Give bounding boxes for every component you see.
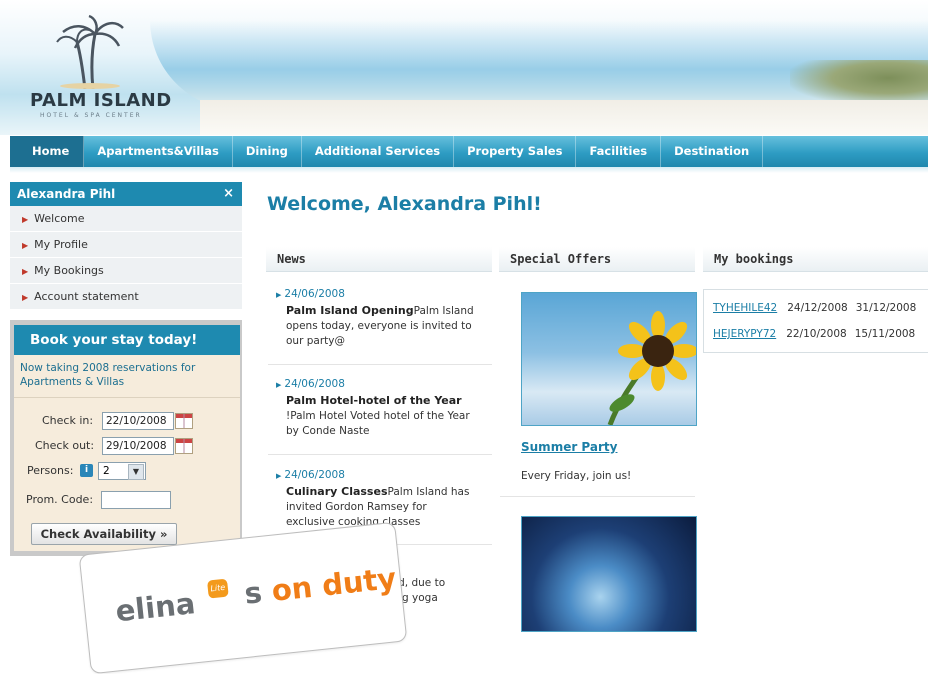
user-menu-my-profile[interactable]: ▶ My Profile [10,232,242,258]
nav-home[interactable]: Home [10,136,85,167]
booking-to-date: 15/11/2008 [854,328,916,340]
persons-select[interactable]: 2 ▼ [98,462,146,480]
news-item: ▶ 24/06/2008 Palm Island OpeningPalm Isla… [276,287,476,349]
booking-from-date: 24/12/2008 [787,302,848,314]
user-name: Alexandra Pihl [17,187,116,201]
user-menu-welcome[interactable]: ▶ Welcome [10,206,242,232]
user-menu-label: My Bookings [34,264,104,277]
close-icon[interactable]: × [223,182,234,206]
main-nav: Home Apartments&Villas Dining Additional… [10,136,928,167]
special-offers-heading: Special Offers [499,247,695,272]
nav-destination[interactable]: Destination [661,136,764,167]
news-title: Palm Island Opening [286,304,414,317]
arrow-right-icon: ▶ [276,291,282,299]
persons-label: Persons: [27,464,74,477]
nav-property-sales[interactable]: Property Sales [454,136,577,167]
news-date-text: 24/06/2008 [284,288,345,300]
persons-value: 2 [103,465,110,477]
sunflower-icon [607,311,696,425]
chevron-down-icon[interactable]: ▼ [128,464,144,480]
news-body: Palm Island OpeningPalm Island opens tod… [276,303,476,349]
booking-code-link[interactable]: TYHEHILE42 [713,302,777,314]
arrow-right-icon: ▶ [276,381,282,389]
news-body: Palm Hotel-hotel of the Year !Palm Hotel … [276,393,476,439]
news-title: Culinary Classes [286,485,388,498]
sticker-lite-badge: Lite [206,578,229,599]
sticker-s: s [242,575,264,611]
user-menu-account-statement[interactable]: ▶ Account statement [10,284,242,310]
divider [268,364,492,365]
nav-dining[interactable]: Dining [233,136,302,167]
booking-from-date: 22/10/2008 [786,328,847,340]
checkout-label: Check out: [35,439,95,452]
my-bookings-heading: My bookings [703,247,928,272]
brand-subtitle: HOTEL & SPA CENTER [40,112,142,119]
booking-code-link[interactable]: HEJERYPY72 [713,328,776,340]
arrow-right-icon: ▶ [276,472,282,480]
user-menu-my-bookings[interactable]: ▶ My Bookings [10,258,242,284]
table-row: TYHEHILE42 24/12/2008 31/12/2008 [706,297,928,319]
arrow-right-icon: ▶ [22,267,29,276]
news-item: ▶ 24/06/2008 Culinary ClassesPalm Island … [276,468,476,530]
booking-to-date: 31/12/2008 [855,302,917,314]
user-menu-label: Welcome [34,212,85,225]
moon-offer-image[interactable] [521,516,697,632]
booking-widget-title: Book your stay today! [14,325,240,355]
info-icon[interactable]: i [80,464,93,477]
sticker-elina-text: elina [113,586,197,629]
offer-description: Every Friday, join us! [521,470,632,482]
news-item: ▶ 24/06/2008 Palm Hotel-hotel of the Year… [276,377,476,439]
news-date[interactable]: ▶ 24/06/2008 [276,468,476,484]
island-image [790,60,928,105]
divider [268,454,492,455]
booking-widget-body: Book your stay today! Now taking 2008 re… [14,325,240,551]
promo-code-input[interactable] [101,491,171,509]
checkout-input[interactable]: 29/10/2008 [102,437,174,455]
arrow-right-icon: ▶ [22,215,29,224]
nav-facilities[interactable]: Facilities [576,136,662,167]
news-text: !Palm Hotel Voted hotel of the Year by C… [286,410,470,437]
user-menu-label: Account statement [34,290,139,303]
news-date[interactable]: ▶ 24/06/2008 [276,287,476,303]
arrow-right-icon: ▶ [22,241,29,250]
calendar-icon[interactable] [175,438,193,454]
beach-image [200,100,928,135]
news-date-text: 24/06/2008 [284,378,345,390]
news-date-text: 24/06/2008 [284,469,345,481]
page-title: Welcome, Alexandra Pihl! [267,193,542,215]
news-date[interactable]: ▶ 24/06/2008 [276,377,476,393]
offer-link-summer-party[interactable]: Summer Party [521,440,617,454]
divider [500,496,695,497]
user-menu-label: My Profile [34,238,88,251]
promo-code-label: Prom. Code: [26,493,94,506]
sticker-on-duty-text: s on duty [243,561,398,611]
calendar-icon[interactable] [175,413,193,429]
news-title: Palm Hotel-hotel of the Year [286,394,462,407]
sticker-on-duty: on duty [270,560,398,608]
nav-apartments-villas[interactable]: Apartments&Villas [84,136,233,167]
table-row: HEJERYPY72 22/10/2008 15/11/2008 [706,323,928,345]
news-heading: News [266,247,492,272]
booking-widget-description: Now taking 2008 reservations for Apartme… [14,355,240,398]
user-panel-title: Alexandra Pihl × [10,182,242,206]
checkin-label: Check in: [42,414,94,427]
sunflower-offer-image[interactable] [521,292,697,426]
nav-shadow [10,167,928,173]
user-panel: Alexandra Pihl × ▶ Welcome ▶ My Profile ▶ M… [10,182,242,310]
nav-additional-services[interactable]: Additional Services [302,136,455,167]
brand-name[interactable]: PALM ISLAND [30,90,172,111]
booking-widget: Book your stay today! Now taking 2008 re… [10,320,242,556]
header-banner: PALM ISLAND HOTEL & SPA CENTER [0,0,928,135]
check-availability-button[interactable]: Check Availability » [31,523,177,545]
palm-tree-logo-icon [56,14,124,89]
arrow-right-icon: ▶ [22,293,29,302]
checkin-input[interactable]: 22/10/2008 [102,412,174,430]
